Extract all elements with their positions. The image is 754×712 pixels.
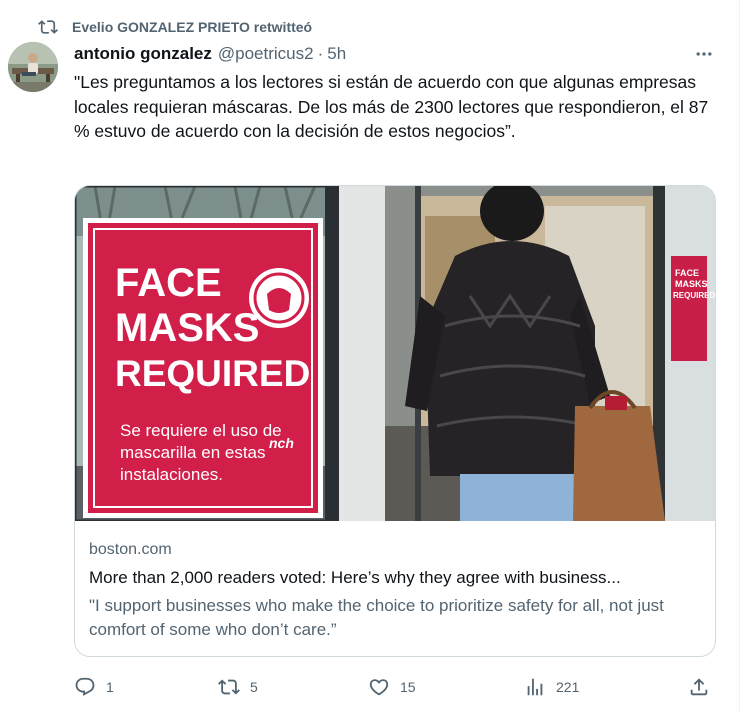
tweet-container[interactable]: Evelio GONZALEZ PRIETO retwitteó antonio… (0, 0, 740, 712)
retweet-icon (38, 17, 58, 37)
small-sign-line-2: MASKS (675, 279, 708, 289)
sign-subtext-1: Se requiere el uso de (120, 421, 282, 440)
retweet-button[interactable]: 5 (218, 674, 258, 700)
link-card[interactable]: FACE MASKS REQUIRED FACE MASKS REQUIRED … (74, 185, 716, 657)
like-button[interactable]: 15 (368, 674, 416, 700)
views-count: 221 (556, 679, 580, 695)
more-icon (696, 52, 712, 56)
share-button[interactable] (688, 674, 710, 700)
reply-icon (75, 677, 95, 696)
avatar[interactable] (8, 42, 58, 92)
heart-icon (369, 679, 389, 696)
separator-dot: · (317, 44, 324, 63)
share-icon (690, 678, 708, 696)
small-sign-line-3: REQUIRED (673, 291, 715, 300)
sign-line-3: REQUIRED (115, 353, 310, 394)
sign-logo: nch (269, 435, 294, 451)
sign-line-2: MASKS (115, 306, 259, 350)
retweet-count: 5 (250, 679, 258, 695)
tweet-header: antonio gonzalez @poetricus2 · 5h (74, 42, 346, 66)
action-bar: 1 5 15 221 (74, 674, 724, 700)
retweet-icon (218, 679, 240, 695)
small-sign-line-1: FACE (675, 268, 699, 278)
views-button[interactable]: 221 (524, 674, 579, 700)
card-domain: boston.com (89, 541, 172, 558)
sign-subtext-2: mascarilla en estas (120, 443, 266, 462)
more-options-button[interactable] (690, 42, 718, 66)
author-handle[interactable]: @poetricus2 (218, 44, 314, 64)
retweet-banner: Evelio GONZALEZ PRIETO retwitteó (38, 17, 312, 37)
like-count: 15 (400, 679, 416, 695)
card-title[interactable]: More than 2,000 readers voted: Here’s wh… (89, 568, 704, 588)
retweeter-link[interactable]: Evelio GONZALEZ PRIETO retwitteó (72, 19, 312, 35)
card-description: "I support businesses who make the choic… (89, 596, 664, 639)
reply-count: 1 (106, 679, 114, 695)
tweet-text: "Les preguntamos a los lectores si están… (74, 72, 709, 141)
card-image[interactable]: FACE MASKS REQUIRED FACE MASKS REQUIRED … (75, 186, 715, 521)
reply-button[interactable]: 1 (74, 674, 114, 700)
sign-line-1: FACE (115, 261, 222, 305)
sign-subtext-3: instalaciones. (120, 465, 223, 484)
author-name[interactable]: antonio gonzalez (74, 44, 212, 64)
tweet-time[interactable]: 5h (327, 44, 346, 64)
views-icon (527, 678, 543, 696)
